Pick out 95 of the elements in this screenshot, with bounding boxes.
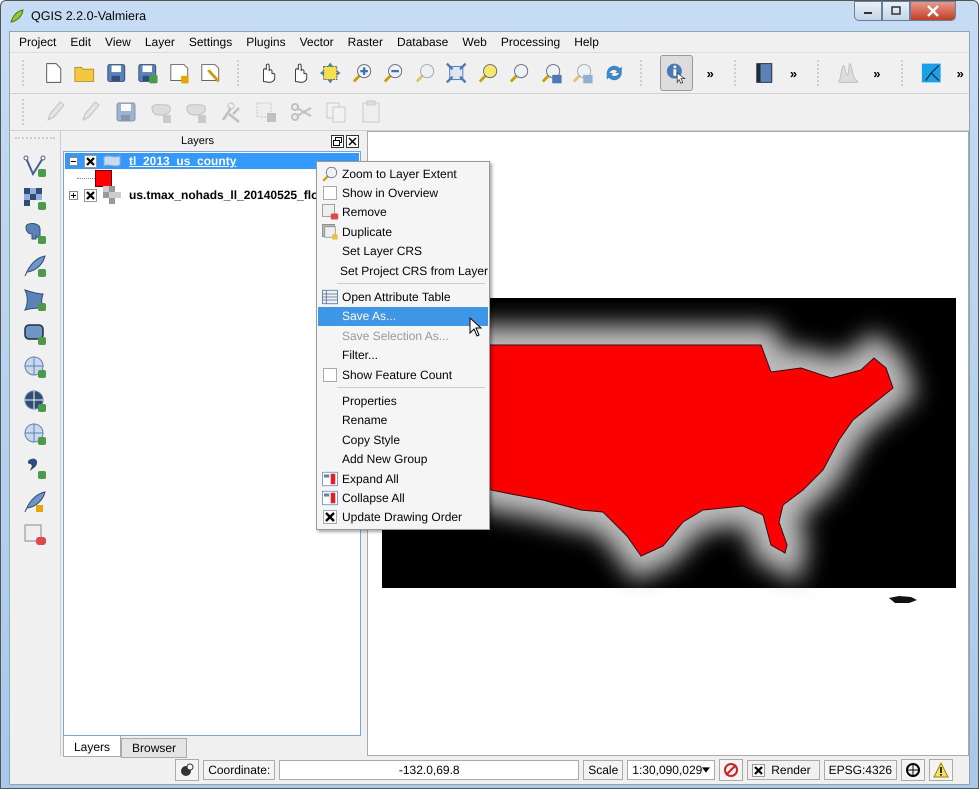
layer-name[interactable]: us.tmax_nohads_ll_20140525_flo	[127, 188, 320, 202]
menu-checkbox[interactable]	[323, 186, 337, 200]
node-tool-icon[interactable]	[219, 100, 243, 124]
remove-layer-icon	[321, 203, 339, 222]
menu-item[interactable]: Help	[567, 35, 606, 49]
magnifier-icon	[321, 164, 339, 183]
save-edits-icon[interactable]	[114, 100, 138, 124]
context-menu-item[interactable]: Set Project CRS from Layer	[318, 260, 488, 280]
close-panel-button[interactable]	[346, 134, 359, 148]
panel-tab[interactable]: Browser	[121, 738, 188, 758]
menu-item[interactable]: Plugins	[239, 35, 293, 49]
expand-icon[interactable]	[69, 190, 78, 200]
menu-checkbox[interactable]	[323, 510, 337, 524]
context-menu-item[interactable]: Add New Group	[318, 449, 488, 469]
add-raster-layer-icon[interactable]	[23, 187, 47, 212]
remove-layer-icon[interactable]	[23, 523, 47, 548]
expand-all-icon	[321, 470, 339, 488]
menu-item[interactable]: Raster	[340, 35, 390, 49]
warning-icon	[933, 762, 949, 778]
window-title: QGIS 2.2.0-Valmiera	[31, 9, 146, 23]
add-wfs-layer-icon[interactable]	[23, 422, 47, 446]
add-vector-layer-icon[interactable]	[23, 154, 47, 178]
add-mssql-layer-icon[interactable]	[23, 288, 47, 312]
menu-item[interactable]: View	[98, 35, 138, 49]
warning-button[interactable]	[929, 759, 953, 781]
coordinate-field[interactable]: -132.0,69.8	[279, 760, 580, 780]
close-button[interactable]	[910, 1, 956, 21]
add-wms-layer-icon[interactable]	[23, 355, 47, 380]
scale-combo[interactable]: 1:30,090,029	[627, 760, 716, 780]
context-menu-item[interactable]: Update Drawing Order	[318, 508, 488, 528]
stop-render-button[interactable]	[719, 759, 744, 781]
maximize-icon	[890, 6, 902, 16]
mouse-icon	[179, 762, 196, 778]
table-icon	[321, 288, 339, 306]
context-menu-item[interactable]: Remove	[318, 202, 488, 222]
toolbar-overflow-button[interactable]: »	[702, 66, 719, 80]
context-menu-item[interactable]: Open Attribute Table	[318, 287, 488, 307]
legend-symbol	[95, 170, 112, 186]
panel-tab[interactable]: Layers	[63, 736, 122, 757]
crs-globe-button[interactable]	[901, 759, 925, 781]
add-postgis-layer-icon[interactable]	[23, 220, 47, 245]
context-menu-item[interactable]: Copy Style	[318, 430, 488, 450]
maximize-button[interactable]	[882, 1, 910, 21]
add-oracle-layer-icon[interactable]	[23, 322, 47, 346]
menu-item[interactable]: Layer	[138, 35, 182, 49]
context-menu-item[interactable]: Show in Overview	[318, 183, 488, 203]
identify-icon[interactable]	[660, 55, 693, 91]
crs-button[interactable]: EPSG:4326	[824, 760, 897, 780]
context-menu-item[interactable]: Properties	[318, 391, 488, 411]
menu-item[interactable]: Database	[390, 35, 456, 49]
context-menu-item[interactable]: Expand All	[318, 468, 488, 488]
add-wcs-layer-icon[interactable]	[23, 388, 47, 413]
messages-button[interactable]	[175, 759, 200, 781]
layer-checkbox[interactable]	[84, 188, 97, 202]
coordinate-label: Coordinate:	[203, 760, 276, 780]
collapse-icon[interactable]	[69, 156, 78, 166]
menu-item[interactable]: Web	[455, 35, 494, 49]
float-panel-button[interactable]	[331, 134, 344, 148]
raster-layer-icon	[103, 186, 121, 204]
scale-label: Scale	[583, 760, 624, 780]
render-checkbox[interactable]	[752, 764, 766, 776]
toolbar-overflow-button[interactable]: »	[952, 66, 969, 80]
menu-item[interactable]: Project	[12, 35, 64, 49]
close-icon	[926, 5, 940, 17]
island-shape	[889, 596, 917, 603]
pan-to-selection-icon[interactable]	[319, 60, 342, 86]
dropdown-arrow-icon	[702, 767, 710, 773]
context-menu-item[interactable]: Filter...	[318, 346, 488, 365]
menu-checkbox[interactable]	[323, 368, 337, 382]
render-label: Render	[771, 763, 811, 777]
context-menu-item[interactable]: Show Feature Count	[318, 364, 488, 384]
app-logo-icon	[9, 8, 25, 24]
collapse-all-icon	[321, 488, 339, 507]
menu-item[interactable]: Vector	[292, 35, 341, 49]
mouse-pointer-icon	[469, 317, 483, 337]
context-menu-item[interactable]: Rename	[318, 410, 488, 430]
no-entry-icon	[723, 762, 740, 778]
menu-item[interactable]: Edit	[63, 35, 98, 49]
menu-item[interactable]: Processing	[494, 35, 568, 49]
duplicate-icon	[321, 222, 339, 241]
minimize-button[interactable]	[854, 1, 882, 21]
zoom-full-icon[interactable]	[445, 60, 468, 86]
toolbar-overflow-button[interactable]: »	[784, 66, 802, 80]
context-menu-item[interactable]: Collapse All	[318, 488, 488, 508]
menu-item[interactable]: Settings	[182, 35, 240, 49]
context-menu-item[interactable]: Duplicate	[318, 222, 488, 242]
panel-title: Layers	[181, 135, 214, 147]
globe-icon	[905, 762, 921, 778]
layer-checkbox[interactable]	[84, 154, 97, 168]
context-menu-item[interactable]: Zoom to Layer Extent	[318, 164, 488, 184]
new-shapefile-icon[interactable]	[23, 490, 47, 514]
add-spatialite-layer-icon[interactable]	[23, 254, 47, 278]
polygon-layer-icon	[103, 154, 121, 168]
toolbar-overflow-button[interactable]: »	[868, 66, 886, 80]
context-menu-item[interactable]: Set Layer CRS	[318, 242, 488, 261]
